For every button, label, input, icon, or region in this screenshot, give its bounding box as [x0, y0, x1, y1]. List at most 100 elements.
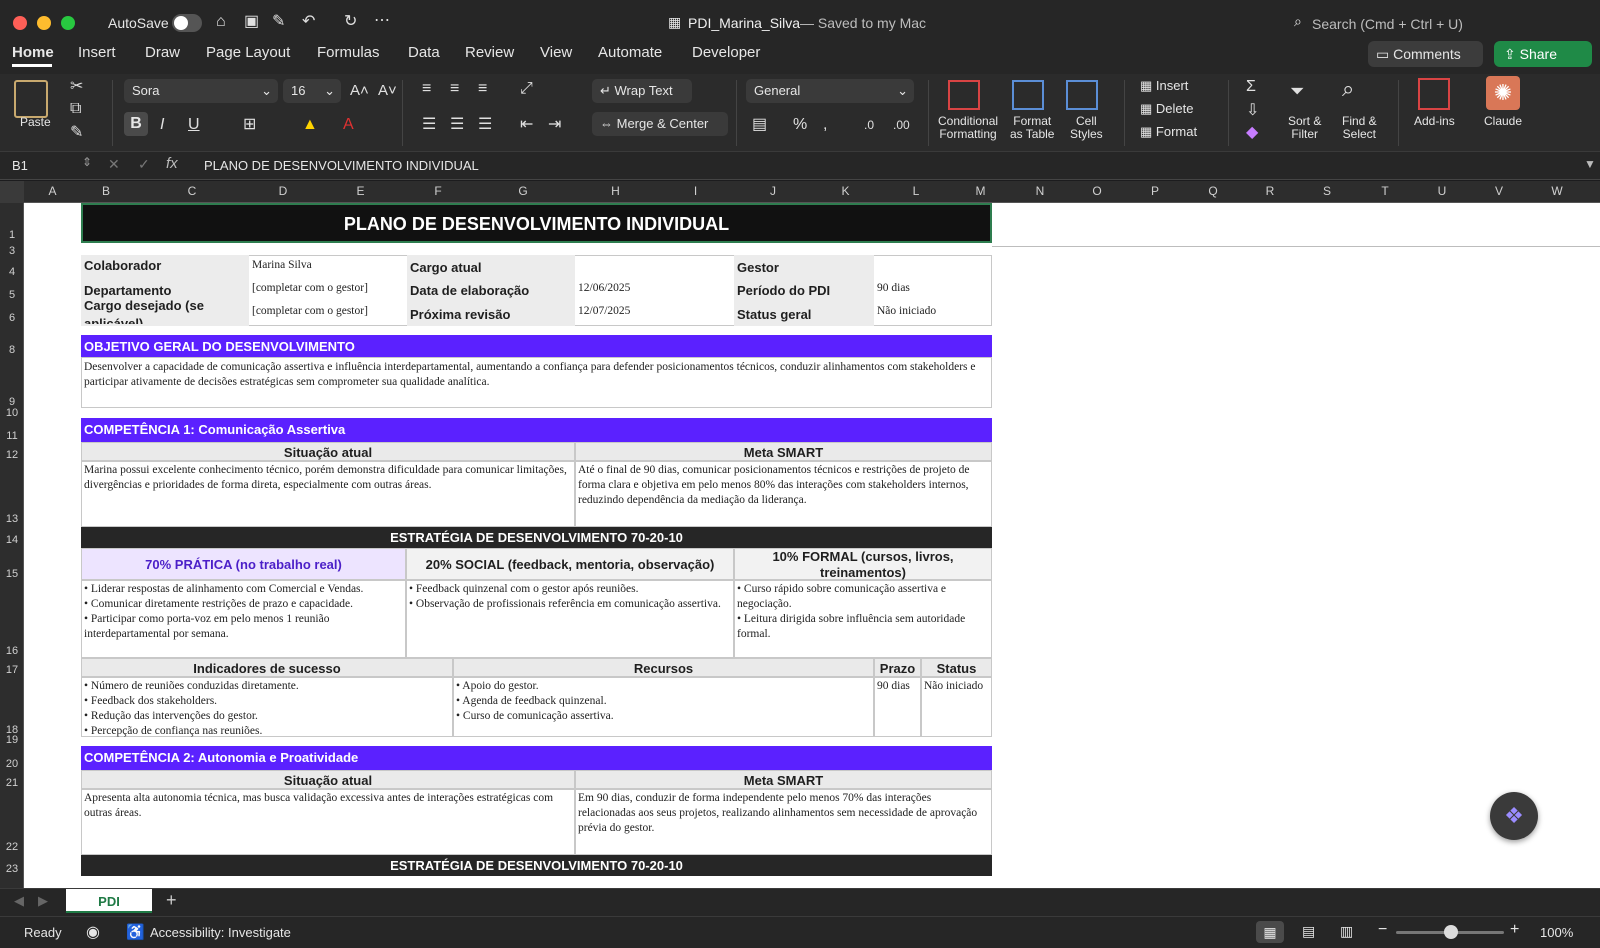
edit-icon[interactable]: ✎: [272, 13, 285, 31]
column-header[interactable]: P: [1126, 184, 1184, 198]
bold-button[interactable]: B: [124, 112, 148, 136]
align-top-icon[interactable]: ≡: [422, 80, 431, 98]
tab-home[interactable]: Home: [12, 44, 54, 61]
indicadores-cell[interactable]: • Número de reuniões conduzidas diretame…: [81, 677, 453, 737]
cell-styles-label[interactable]: Cell Styles: [1070, 115, 1103, 141]
social-header[interactable]: 20% SOCIAL (feedback, mentoria, observaç…: [406, 548, 734, 580]
objetivo-cell[interactable]: Desenvolver a capacidade de comunicação …: [81, 357, 992, 408]
accessibility-icon[interactable]: ♿: [126, 923, 145, 941]
tab-page-layout[interactable]: Page Layout: [206, 44, 290, 61]
column-header[interactable]: C: [131, 184, 253, 198]
sort-filter-label[interactable]: Sort & Filter: [1288, 115, 1321, 141]
undo-icon[interactable]: ↶: [302, 13, 315, 31]
prazo-cell[interactable]: 90 dias: [874, 677, 921, 737]
formal-header[interactable]: 10% FORMAL (cursos, livros, treinamentos…: [734, 548, 992, 580]
sort-filter-icon[interactable]: ⏷: [1290, 82, 1304, 100]
name-box[interactable]: B1: [12, 158, 28, 173]
situacao-atual-header[interactable]: Situação atual: [81, 770, 575, 789]
zoom-level[interactable]: 100%: [1540, 925, 1573, 940]
copy-icon[interactable]: ⧉: [70, 100, 81, 118]
conditional-formatting-label[interactable]: Conditional Formatting: [938, 115, 998, 141]
font-name-dropdown[interactable]: Sora ⌄: [124, 79, 278, 103]
column-header[interactable]: U: [1414, 184, 1470, 198]
column-header[interactable]: O: [1068, 184, 1126, 198]
cancel-icon[interactable]: ✕: [108, 156, 120, 173]
comma-style-icon[interactable]: ,: [823, 116, 827, 134]
align-bottom-icon[interactable]: ≡: [478, 80, 487, 98]
row-header[interactable]: 17: [0, 664, 23, 676]
row-header[interactable]: 10: [0, 407, 23, 419]
merge-center-button[interactable]: ⇔ Merge & Center: [592, 112, 728, 136]
cut-icon[interactable]: ✂: [70, 78, 83, 96]
number-format-dropdown[interactable]: General ⌄: [746, 79, 914, 103]
fill-color-icon[interactable]: ▲: [302, 116, 318, 134]
column-header[interactable]: B: [81, 184, 131, 198]
periodo-value[interactable]: 90 dias: [877, 281, 910, 296]
more-icon[interactable]: ⋯: [374, 12, 390, 30]
column-header[interactable]: I: [653, 184, 738, 198]
next-sheet-icon[interactable]: ▶: [38, 893, 48, 909]
redo-icon[interactable]: ↻: [344, 13, 357, 31]
competencia-1-header[interactable]: COMPETÊNCIA 1: Comunicação Assertiva: [81, 418, 992, 442]
percent-icon[interactable]: %: [793, 116, 807, 134]
column-header[interactable]: J: [738, 184, 808, 198]
align-middle-icon[interactable]: ≡: [450, 80, 459, 98]
row-header[interactable]: 8: [0, 344, 23, 356]
save-status[interactable]: — Saved to my Mac: [800, 15, 926, 31]
competencia-2-header[interactable]: COMPETÊNCIA 2: Autonomia e Proatividade: [81, 746, 992, 770]
column-header[interactable]: A: [24, 184, 81, 198]
row-header[interactable]: 6: [0, 312, 23, 324]
prazo-header[interactable]: Prazo: [874, 658, 921, 677]
page-break-view-icon[interactable]: ▥: [1340, 923, 1353, 940]
tab-insert[interactable]: Insert: [78, 44, 116, 61]
conditional-formatting-icon[interactable]: [948, 80, 980, 110]
font-size-dropdown[interactable]: 16 ⌄: [283, 79, 341, 103]
autosum-icon[interactable]: Σ: [1246, 78, 1256, 96]
situacao-atual-header[interactable]: Situação atual: [81, 442, 575, 461]
add-sheet-icon[interactable]: +: [166, 890, 177, 911]
tab-developer[interactable]: Developer: [692, 44, 760, 61]
worksheet-grid[interactable]: PLANO DE DESENVOLVIMENTO INDIVIDUAL Cola…: [24, 203, 1600, 888]
increase-decimal-icon[interactable]: .0: [864, 116, 874, 134]
column-header[interactable]: D: [253, 184, 313, 198]
proxima-revisao-value[interactable]: 12/07/2025: [578, 304, 630, 319]
column-header[interactable]: H: [578, 184, 653, 198]
expand-formula-icon[interactable]: ▼: [1584, 157, 1596, 171]
status-geral-value[interactable]: Não iniciado: [877, 304, 936, 319]
column-header[interactable]: E: [313, 184, 408, 198]
format-as-table-label[interactable]: Format as Table: [1010, 115, 1054, 141]
column-header[interactable]: Q: [1184, 184, 1242, 198]
social-cell[interactable]: • Feedback quinzenal com o gestor após r…: [406, 580, 734, 658]
situacao-atual-cell[interactable]: Marina possui excelente conhecimento téc…: [81, 461, 575, 527]
decrease-decimal-icon[interactable]: .00: [893, 116, 910, 134]
share-button[interactable]: ⇪ Share: [1494, 41, 1592, 67]
decrease-indent-icon[interactable]: ⇤: [520, 116, 533, 134]
align-center-icon[interactable]: ☰: [450, 116, 464, 134]
estrategia-header[interactable]: ESTRATÉGIA DE DESENVOLVIMENTO 70-20-10: [81, 527, 992, 548]
insert-cells-button[interactable]: ▦ Insert: [1140, 78, 1188, 94]
find-select-icon[interactable]: ⌕: [1342, 78, 1354, 100]
format-cells-button[interactable]: ▦ Format: [1140, 124, 1197, 140]
row-header[interactable]: 14: [0, 534, 23, 546]
row-header[interactable]: 13: [0, 513, 23, 525]
row-header[interactable]: 19: [0, 734, 23, 746]
colaborador-value[interactable]: Marina Silva: [252, 258, 312, 273]
format-as-table-icon[interactable]: [1012, 80, 1044, 110]
sheet-title-cell[interactable]: PLANO DE DESENVOLVIMENTO INDIVIDUAL: [81, 203, 992, 243]
sheet-tab-pdi[interactable]: PDI: [66, 889, 152, 913]
borders-icon[interactable]: ⊞: [243, 116, 256, 134]
cargo-desejado-value[interactable]: [completar com o gestor]: [252, 304, 368, 319]
delete-cells-button[interactable]: ▦ Delete: [1140, 101, 1193, 117]
format-painter-icon[interactable]: ✎: [70, 124, 83, 142]
copilot-icon[interactable]: ❖: [1490, 792, 1538, 840]
cell-styles-icon[interactable]: [1066, 80, 1098, 110]
column-header[interactable]: M: [949, 184, 1012, 198]
decrease-font-icon[interactable]: A˅: [378, 82, 397, 100]
recursos-cell[interactable]: • Apoio do gestor. • Agenda de feedback …: [453, 677, 874, 737]
page-layout-view-icon[interactable]: ▤: [1302, 923, 1315, 940]
macro-record-icon[interactable]: ◉: [86, 922, 100, 942]
pratica-cell[interactable]: • Liderar respostas de alinhamento com C…: [81, 580, 406, 658]
meta-smart-header[interactable]: Meta SMART: [575, 442, 992, 461]
formal-cell[interactable]: • Curso rápido sobre comunicação asserti…: [734, 580, 992, 658]
pratica-header[interactable]: 70% PRÁTICA (no trabalho real): [81, 548, 406, 580]
